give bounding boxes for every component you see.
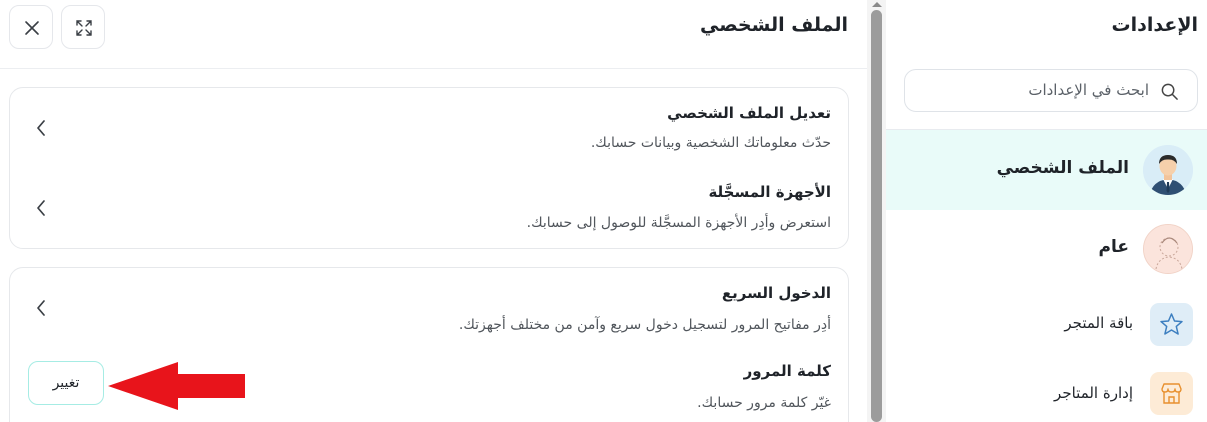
sidebar-item-label: الملف الشخصي bbox=[996, 158, 1129, 178]
chevron-left-icon[interactable] bbox=[34, 199, 48, 217]
chevron-left-icon[interactable] bbox=[34, 119, 48, 137]
edit-profile-description: حدّث معلوماتك الشخصية وبيانات حسابك. bbox=[590, 135, 831, 151]
annotation-arrow-icon bbox=[108, 362, 245, 410]
user-avatar-icon bbox=[1143, 145, 1193, 195]
settings-search-input[interactable]: ابحث في الإعدادات bbox=[904, 69, 1198, 112]
sidebar-item-label: عام bbox=[1098, 237, 1129, 257]
chevron-left-icon[interactable] bbox=[34, 299, 48, 317]
expand-button[interactable] bbox=[61, 5, 105, 49]
edit-profile-title: تعديل الملف الشخصي bbox=[667, 104, 831, 122]
search-placeholder: ابحث في الإعدادات bbox=[1028, 81, 1149, 99]
sidebar-item-store-management[interactable]: إدارة المتاجر bbox=[886, 364, 1207, 422]
sidebar-item-store-plan[interactable]: باقة المتجر bbox=[886, 296, 1207, 352]
panel-title: الملف الشخصي bbox=[699, 14, 848, 36]
registered-devices-description: استعرض وأدِر الأجهزة المسجَّلة للوصول إل… bbox=[526, 215, 831, 231]
store-icon bbox=[1150, 372, 1193, 415]
star-icon bbox=[1150, 303, 1193, 346]
profile-panel: الملف الشخصي تعديل الملف الشخصي حدّث معل… bbox=[0, 0, 867, 422]
sidebar-item-label: باقة المتجر bbox=[1064, 314, 1133, 332]
sidebar-item-profile[interactable]: الملف الشخصي bbox=[886, 130, 1207, 210]
close-button[interactable] bbox=[9, 5, 53, 49]
scrollbar-thumb[interactable] bbox=[871, 10, 882, 422]
change-password-button[interactable]: تغيير bbox=[28, 361, 104, 405]
quick-login-description: أدِر مفاتيح المرور لتسجيل دخول سريع وآمن… bbox=[458, 317, 831, 333]
settings-sidebar: الإعدادات ابحث في الإعدادات الملف الشخصي bbox=[886, 0, 1207, 422]
sidebar-title: الإعدادات bbox=[1111, 14, 1198, 36]
password-description: غيّر كلمة مرور حسابك. bbox=[697, 395, 831, 411]
expand-icon bbox=[76, 20, 92, 36]
sidebar-item-general[interactable]: عام bbox=[886, 212, 1207, 286]
panel-header: الملف الشخصي bbox=[0, 0, 867, 69]
sidebar-item-label: إدارة المتاجر bbox=[1054, 384, 1133, 402]
account-card: تعديل الملف الشخصي حدّث معلوماتك الشخصية… bbox=[9, 87, 849, 249]
password-title: كلمة المرور bbox=[743, 362, 831, 380]
close-icon bbox=[25, 21, 39, 35]
general-avatar-icon bbox=[1143, 224, 1193, 274]
quick-login-title: الدخول السريع bbox=[721, 284, 831, 302]
search-icon bbox=[1161, 83, 1178, 100]
scroll-up-arrow-icon[interactable] bbox=[872, 2, 882, 7]
registered-devices-title: الأجهزة المسجَّلة bbox=[708, 183, 831, 201]
